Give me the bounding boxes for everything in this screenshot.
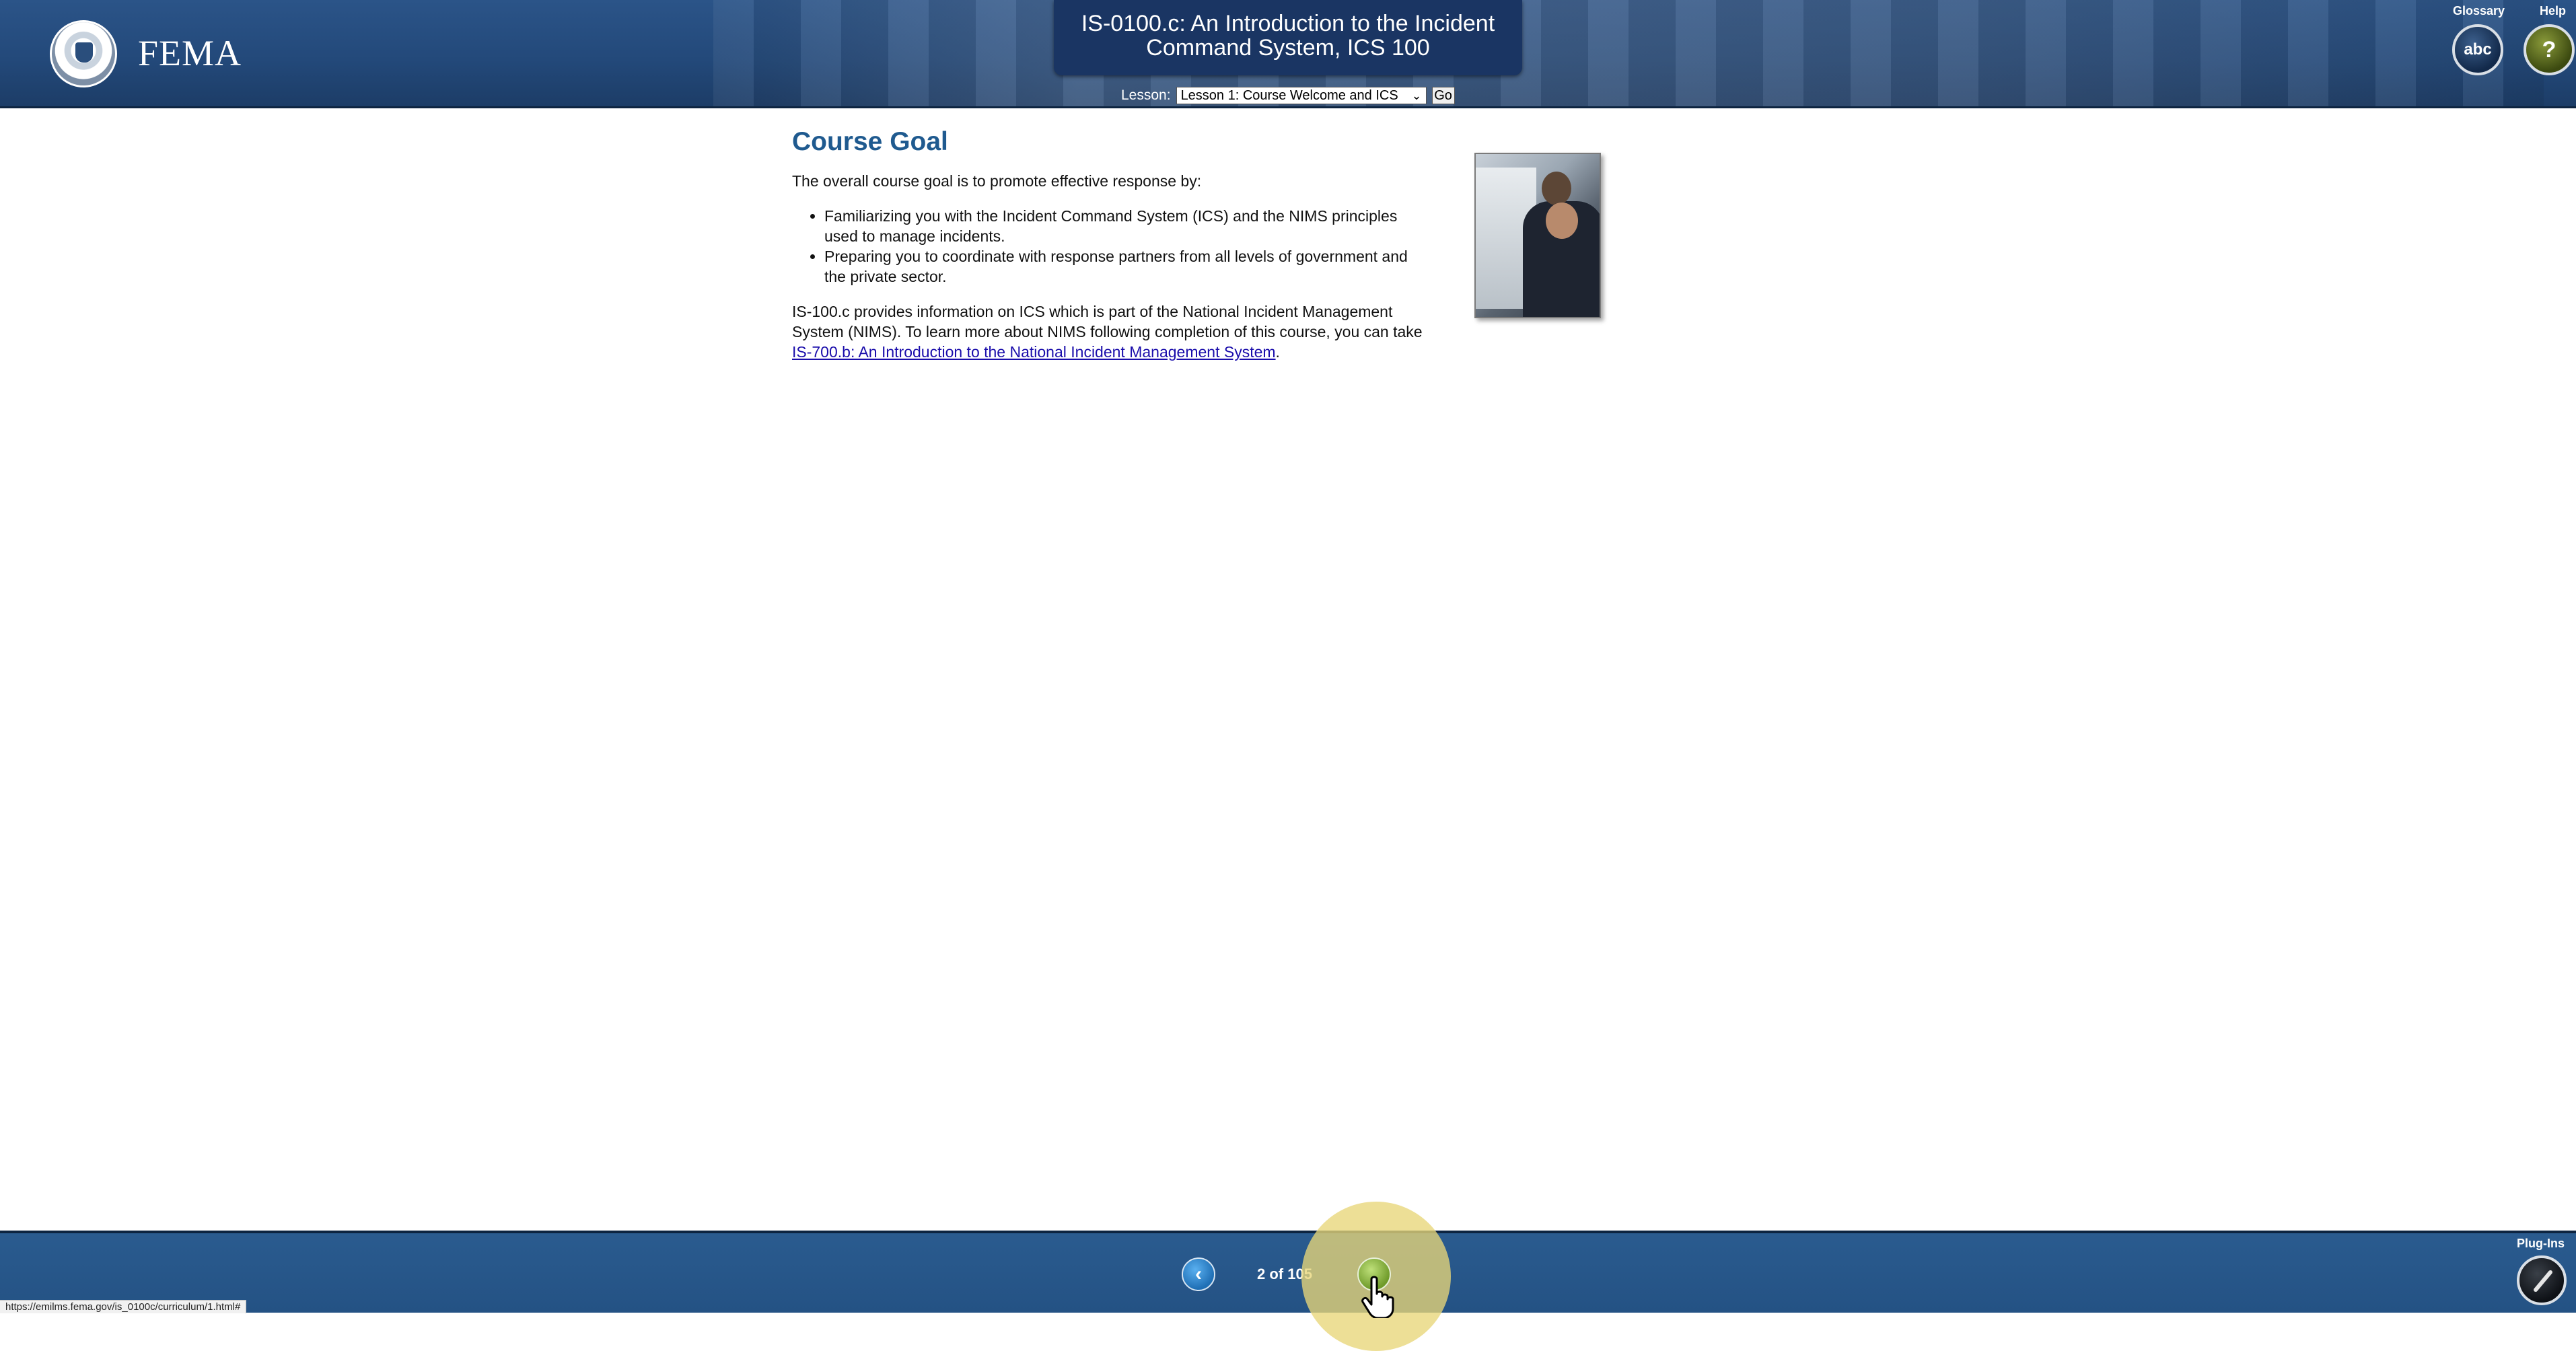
goal-list: Familiarizing you with the Incident Comm… [792,206,1427,287]
lesson-dropdown-value: Lesson 1: Course Welcome and ICS [1180,88,1398,103]
is-700-link[interactable]: IS-700.b: An Introduction to the Nationa… [792,343,1276,361]
glossary-icon[interactable]: abc [2452,24,2503,75]
body-text: IS-100.c provides information on ICS whi… [792,303,1423,340]
fema-logo-text: FEMA [138,33,242,73]
dhs-seal-icon [50,20,117,87]
course-title-line1: IS-0100.c: An Introduction to the Incide… [1081,11,1495,36]
glossary-label: Glossary [2453,4,2505,17]
lesson-selector-row: Lesson: Lesson 1: Course Welcome and ICS… [1121,85,1455,106]
plugins-label: Plug-Ins [2517,1237,2565,1250]
course-title: IS-0100.c: An Introduction to the Incide… [1054,0,1522,75]
plugins-icon[interactable] [2517,1255,2567,1305]
list-item: Preparing you to coordinate with respons… [824,246,1427,287]
header-photo-strip [713,0,2544,108]
help-icon[interactable]: ? [2524,24,2575,75]
body-end: . [1275,343,1280,361]
header-divider [0,106,2576,108]
glossary-button-text: abc [2464,40,2492,59]
lesson-label: Lesson: [1121,87,1171,103]
list-item: Familiarizing you with the Incident Comm… [824,206,1427,246]
chevron-down-icon: ⌄ [1411,89,1422,102]
intro-text: The overall course goal is to promote ef… [792,172,1202,190]
lesson-dropdown[interactable]: Lesson 1: Course Welcome and ICS ⌄ [1176,87,1427,104]
course-title-line2: Command System, ICS 100 [1146,35,1430,61]
help-button-text: ? [2542,36,2556,63]
body-paragraph: IS-100.c provides information on ICS whi… [792,301,1427,362]
hand-cursor-icon [1361,1276,1394,1318]
photo-person-head-back [1542,172,1571,205]
help-label: Help [2540,4,2567,17]
photo-person-head-front [1546,203,1578,239]
status-bar-url: https://emilms.fema.gov/is_0100c/curricu… [0,1300,247,1313]
responders-photo [1474,153,1601,318]
back-arrow-icon[interactable]: ‹ [1182,1257,1215,1291]
go-button[interactable]: Go [1431,87,1455,104]
